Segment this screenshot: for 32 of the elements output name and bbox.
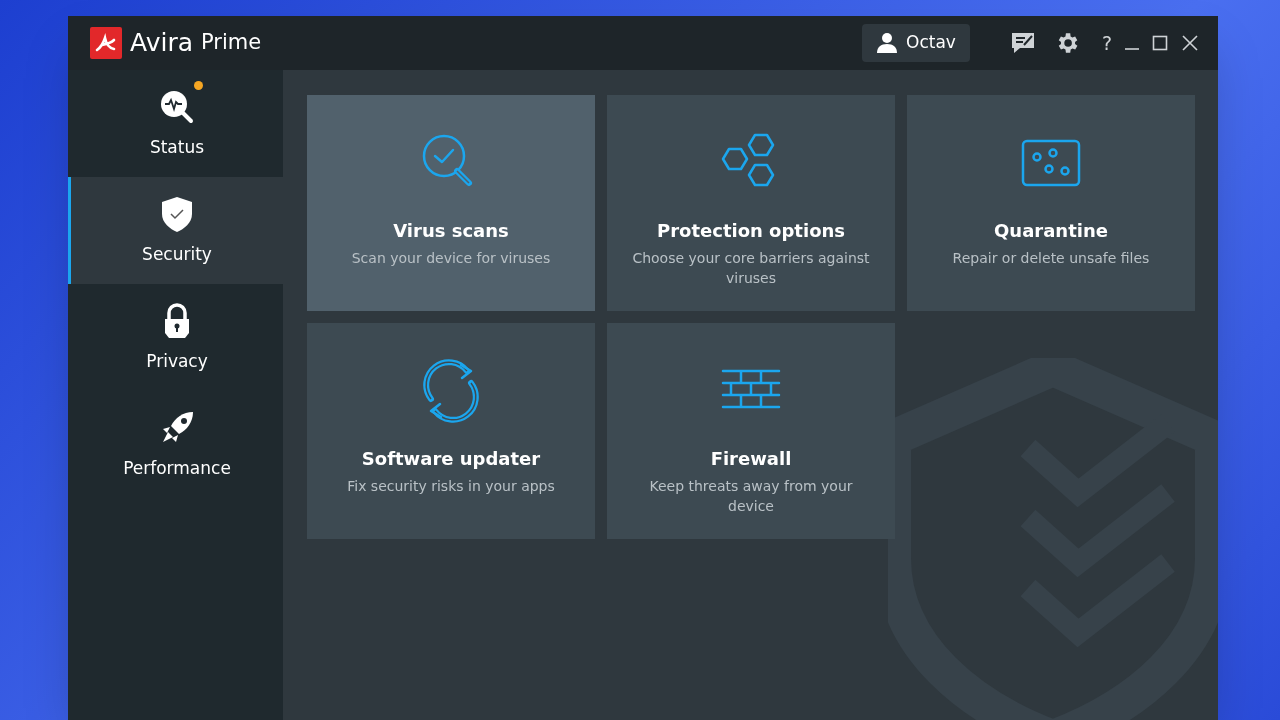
sidebar-item[interactable]: Status [68,70,283,177]
feature-tile[interactable]: Protection options Choose your core barriers against viruses [607,95,895,311]
tile-title: Quarantine [994,219,1108,243]
tile-subtitle: Repair or delete unsafe files [952,249,1150,268]
sidebar-item[interactable]: Performance [68,391,283,498]
tile-subtitle: Fix security risks in your apps [347,477,555,496]
sidebar-label: Privacy [146,349,208,373]
feature-tile[interactable]: Software updater Fix security risks in your apps [307,323,595,539]
tile-title: Virus scans [393,219,509,243]
brand-logo-icon [90,27,122,59]
help-button[interactable]: ? [1101,28,1112,58]
feature-tile[interactable]: Firewall Keep threats away from your device [607,323,895,539]
feedback-icon[interactable] [1009,30,1036,56]
user-account-button[interactable]: Octav [862,24,970,62]
sidebar-item[interactable]: Privacy [68,284,283,391]
tile-subtitle: Keep threats away from your device [648,477,854,516]
sidebar-label: Security [142,242,212,266]
maximize-icon[interactable] [1152,35,1168,51]
product-name: Prime [201,29,262,57]
tile-title: Firewall [710,447,792,471]
sidebar-label: Status [149,135,205,159]
sidebar-label: Performance [123,456,231,480]
feature-tile[interactable]: Quarantine Repair or delete unsafe files [907,95,1195,311]
tile-title: Software updater [361,447,541,471]
close-icon[interactable] [1182,35,1198,51]
brand-name: Avira [130,27,193,60]
feature-tile[interactable]: Virus scans Scan your device for viruses [307,95,595,311]
tile-title: Protection options [656,219,846,243]
tile-subtitle: Choose your core barriers against viruses [631,249,871,288]
user-icon [876,32,899,54]
sidebar-item[interactable]: Security [68,177,283,284]
tile-subtitle: Scan your device for viruses [351,249,551,268]
